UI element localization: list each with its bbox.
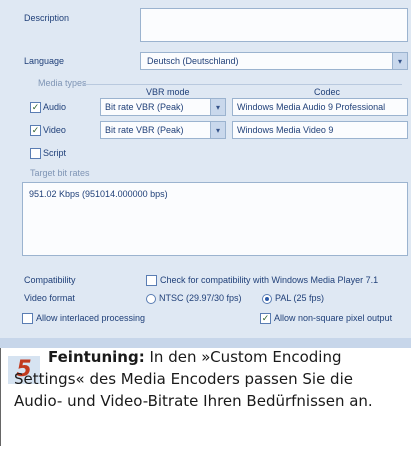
target-bit-rate-item[interactable]: 951.02 Kbps (951014.000000 bps) [29,189,168,199]
compatibility-checkbox[interactable] [146,275,157,286]
media-types-label: Media types [38,78,87,88]
caption-heading: Feintuning: [48,348,145,366]
nonsquare-label: Allow non-square pixel output [274,313,393,323]
chevron-down-icon[interactable]: ▾ [392,53,407,69]
interlace-checkbox[interactable] [22,313,33,324]
audio-codec-combo[interactable]: Windows Media Audio 9 Professional [232,98,408,116]
audio-vbr-mode-combo[interactable]: Bit rate VBR (Peak) ▾ [100,98,226,116]
video-codec-combo[interactable]: Windows Media Video 9 [232,121,408,139]
target-bit-rates-label: Target bit rates [30,168,90,178]
pal-radio-label: PAL (25 fps) [275,293,325,303]
chevron-down-icon[interactable]: ▾ [210,122,225,138]
compatibility-check-label: Check for compatibility with Windows Med… [160,275,379,285]
video-vbr-mode-value: Bit rate VBR (Peak) [105,125,184,135]
interlace-label: Allow interlaced processing [36,313,146,323]
language-combo[interactable]: Deutsch (Deutschland) ▾ [140,52,408,70]
audio-vbr-mode-value: Bit rate VBR (Peak) [105,102,184,112]
audio-checkbox[interactable]: ✓ [30,102,41,113]
compatibility-label: Compatibility [24,275,76,285]
chevron-down-icon[interactable]: ▾ [210,99,225,115]
script-label: Script [43,148,67,158]
pal-radio[interactable] [262,294,272,304]
target-bit-rates-list[interactable]: 951.02 Kbps (951014.000000 bps) [22,182,408,256]
ntsc-radio-label: NTSC (29.97/30 fps) [159,293,242,303]
nonsquare-checkbox[interactable]: ✓ [260,313,271,324]
video-format-label: Video format [24,293,75,303]
language-label: Language [24,56,65,66]
vbr-mode-header: VBR mode [146,87,190,97]
group-divider [82,84,402,85]
ntsc-radio[interactable] [146,294,156,304]
script-checkbox[interactable] [30,148,41,159]
encoder-settings-screenshot: Description Language Deutsch (Deutschlan… [0,0,411,338]
description-field[interactable] [140,8,408,42]
audio-codec-value: Windows Media Audio 9 Professional [237,102,386,112]
video-label: Video [43,125,66,135]
video-checkbox[interactable]: ✓ [30,125,41,136]
language-value: Deutsch (Deutschland) [147,56,239,66]
codec-header: Codec [314,87,341,97]
video-codec-value: Windows Media Video 9 [237,125,334,135]
audio-label: Audio [43,102,67,112]
video-vbr-mode-combo[interactable]: Bit rate VBR (Peak) ▾ [100,121,226,139]
description-label: Description [24,13,70,23]
caption-text-block: Feintuning: In den »Custom Encoding Sett… [14,346,404,412]
caption-rule [0,348,1,446]
